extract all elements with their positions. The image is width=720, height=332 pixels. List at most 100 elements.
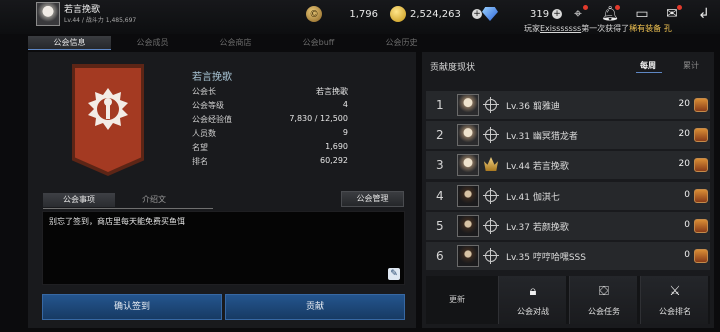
- guild-ranking-label: 公会排名: [659, 307, 691, 316]
- gem-add-button[interactable]: +: [548, 6, 562, 22]
- table-row[interactable]: 5 Lv.37 若颜挽歌 0: [426, 212, 710, 240]
- ticker-prefix: 玩家: [524, 24, 540, 33]
- edit-notice-button[interactable]: ✎: [388, 268, 400, 280]
- rank-number: 5: [436, 219, 444, 233]
- weekly-underline: [636, 72, 662, 73]
- notification-dot: [677, 5, 682, 10]
- chat-button[interactable]: ▭: [632, 4, 652, 24]
- guild-name: 若言挽歌: [192, 72, 232, 83]
- member-label: Lv.37 若颜挽歌: [506, 223, 569, 233]
- guild-exp-row: 公会经验值 7,830 / 12,500: [192, 114, 348, 127]
- guild-war-button[interactable]: 🔒︎ 公会对战: [498, 276, 566, 324]
- gem-amount: 319: [530, 8, 550, 20]
- tab-weekly[interactable]: 每周: [640, 60, 656, 71]
- contribution-badge-icon: [694, 189, 708, 203]
- guild-quest-label: 公会任务: [588, 307, 620, 316]
- contribution-score: 0: [684, 220, 690, 230]
- tab-guild-info[interactable]: 公会信息: [28, 36, 111, 50]
- member-portrait: [457, 245, 479, 267]
- quest-board-icon: ⛋: [599, 284, 609, 299]
- guild-rank-row: 排名 60,292: [192, 156, 348, 169]
- lock-icon: 🔒︎: [529, 284, 537, 299]
- table-row[interactable]: 3 Lv.44 若言挽歌 20: [426, 151, 710, 179]
- contribution-badge-icon: [694, 158, 708, 172]
- gold-amount: 2,524,263: [410, 8, 461, 20]
- info-value: 若言挽歌: [316, 87, 348, 96]
- member-label: Lv.31 幽冥猎龙者: [506, 132, 578, 142]
- member-portrait: [457, 94, 479, 116]
- back-button[interactable]: ↲: [694, 4, 714, 24]
- tab-guild-shop[interactable]: 公会商店: [194, 36, 277, 50]
- refresh-label: 更新: [449, 295, 465, 304]
- info-key: 公会经验值: [192, 115, 232, 124]
- rank-number: 3: [436, 158, 444, 172]
- back-arrow-icon: ↲: [698, 6, 710, 22]
- crosshair-icon: [483, 97, 499, 113]
- contribution-score: 20: [678, 99, 690, 109]
- contribution-score: 20: [678, 159, 690, 169]
- contribution-badge-icon: [694, 128, 708, 142]
- notification-dot: [615, 5, 620, 10]
- tab-guild-notice[interactable]: 公会事项: [43, 193, 115, 207]
- contribution-score: 0: [684, 250, 690, 260]
- broadcast-ticker: 玩家Exisssssss第一次获得了稀有装备 孔: [524, 23, 672, 34]
- ticker-middle: 第一次获得了: [581, 24, 630, 33]
- contribution-badge-icon: [694, 249, 708, 263]
- info-value: 9: [342, 128, 348, 137]
- gem-currency: [482, 6, 498, 22]
- tab-guild-history[interactable]: 公会历史: [360, 36, 443, 50]
- contribution-title: 贡献度现状: [430, 63, 476, 73]
- ticker-player-name[interactable]: Exisssssss: [540, 24, 581, 33]
- tab-guild-intro[interactable]: 介绍文: [120, 193, 188, 207]
- gold-coin-icon: [390, 6, 406, 22]
- compass-button[interactable]: ⌖: [568, 4, 588, 24]
- plus-icon: +: [552, 9, 562, 19]
- crosshair-icon: [483, 188, 499, 204]
- info-key: 公会等级: [192, 101, 224, 110]
- info-value: 4: [342, 100, 348, 109]
- guild-manage-button[interactable]: 公会管理: [341, 191, 404, 207]
- table-row[interactable]: 4 Lv.41 伽淇七 0: [426, 182, 710, 210]
- subtab-divider: [43, 208, 213, 209]
- notification-dot: [583, 5, 588, 10]
- table-row[interactable]: 1 Lv.36 翦雅迪 20: [426, 91, 710, 119]
- table-row[interactable]: 6 Lv.35 哼哼哈嘿SSS 0: [426, 242, 710, 270]
- member-label: Lv.35 哼哼哈嘿SSS: [506, 253, 586, 263]
- gold-add-button[interactable]: +: [468, 6, 482, 22]
- guild-quest-button[interactable]: ⛋ 公会任务: [569, 276, 637, 324]
- coin-icon: ©: [306, 6, 322, 22]
- mail-button[interactable]: ✉: [662, 4, 682, 24]
- guild-level-row: 公会等级 4: [192, 100, 348, 113]
- member-label: Lv.36 翦雅迪: [506, 102, 560, 112]
- member-label: Lv.44 若言挽歌: [506, 162, 569, 172]
- tab-total[interactable]: 累计: [683, 60, 699, 71]
- guild-ranking-button[interactable]: ⚔ 公会排名: [640, 276, 708, 324]
- top-bar: 若言挽歌 Lv.44 / 战斗力 1,485,697 © 1,796 2,524…: [0, 0, 720, 34]
- info-value: 7,830 / 12,500: [289, 114, 348, 123]
- tab-guild-buff[interactable]: 公会buff: [277, 36, 360, 50]
- pencil-icon: ✎: [390, 269, 398, 279]
- table-row[interactable]: 2 Lv.31 幽冥猎龙者 20: [426, 121, 710, 149]
- info-key: 排名: [192, 157, 208, 166]
- notice-text: 别忘了签到，商店里每天能免费买鱼饵: [49, 217, 185, 226]
- player-avatar[interactable]: [36, 2, 60, 26]
- rank-number: 1: [436, 98, 444, 112]
- rank-number: 4: [436, 189, 444, 203]
- info-key: 名望: [192, 143, 208, 152]
- contribution-badge-icon: [694, 98, 708, 112]
- tab-guild-members[interactable]: 公会成员: [111, 36, 194, 50]
- rank-number: 2: [436, 128, 444, 142]
- info-key: 公会长: [192, 87, 216, 96]
- info-key: 人员数: [192, 129, 216, 138]
- contribute-button[interactable]: 贡献: [225, 294, 405, 320]
- guild-fame-row: 名望 1,690: [192, 142, 348, 155]
- rank-number: 6: [436, 249, 444, 263]
- guild-emblem-banner: [75, 68, 141, 172]
- info-value: 60,292: [320, 156, 348, 165]
- checkin-button[interactable]: 确认签到: [42, 294, 222, 320]
- crosshair-icon: [483, 127, 499, 143]
- member-portrait: [457, 154, 479, 176]
- guild-emblem-icon: [88, 88, 128, 130]
- bell-button[interactable]: 🔔︎: [600, 4, 620, 24]
- member-portrait: [457, 124, 479, 146]
